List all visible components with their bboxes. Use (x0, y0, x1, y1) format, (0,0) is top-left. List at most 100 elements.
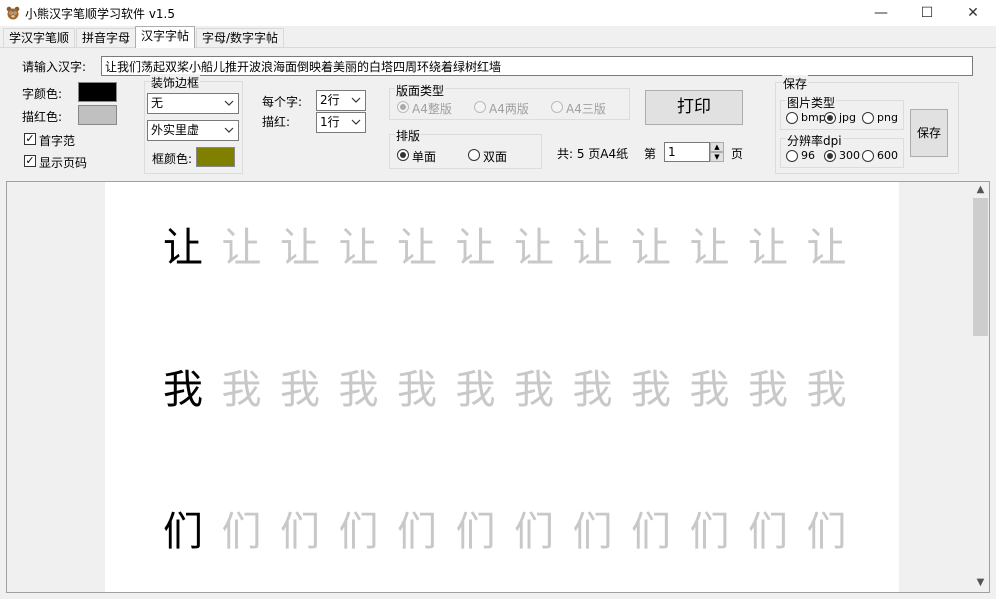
copybook-row: 们们们们们们们们们们们们 (155, 502, 857, 562)
border-style-select[interactable]: 无 (147, 93, 239, 114)
page-down-button[interactable]: ▼ (710, 152, 724, 162)
char-color-label: 字颜色: (22, 87, 63, 101)
page-number-input[interactable] (664, 142, 710, 162)
close-button[interactable]: ✕ (950, 0, 996, 26)
save-button[interactable]: 保存 (910, 109, 948, 157)
sample-char: 让 (163, 225, 203, 271)
window-title: 小熊汉字笔顺学习软件 v1.5 (25, 7, 176, 21)
jpg-label: jpg (839, 111, 857, 124)
hanzi-input[interactable] (101, 56, 973, 76)
copybook-sheet: 让让让让让让让让让让让让我我我我我我我我我我我我们们们们们们们们们们们们 (105, 182, 899, 592)
typeset-title: 排版 (395, 127, 422, 144)
trace-color-label: 描红色: (22, 110, 63, 124)
copybook-row: 让让让让让让让让让让让让 (155, 218, 857, 278)
trace-char: 们 (280, 509, 320, 555)
trace-char: 们 (455, 509, 496, 555)
png-radio[interactable] (862, 112, 874, 124)
trace-char: 让 (221, 225, 262, 271)
bmp-label: bmp (801, 111, 826, 124)
tab-pinyin[interactable]: 拼音字母 (76, 28, 137, 47)
trace-color-swatch[interactable] (78, 105, 117, 125)
trace-char: 我 (806, 367, 847, 413)
first-sample-label: 首字范 (39, 134, 76, 148)
save-group-title: 保存 (782, 75, 809, 92)
png-label: png (877, 111, 898, 124)
per-char-rows-select[interactable]: 2行 (316, 90, 366, 111)
trace-char: 们 (748, 509, 788, 555)
dpi-96-label: 96 (801, 149, 815, 162)
a4-two-label: A4两版 (489, 102, 529, 116)
single-side-radio[interactable] (397, 149, 409, 161)
print-button[interactable]: 打印 (645, 90, 743, 125)
border-style-value: 无 (151, 96, 164, 110)
dpi-title: 分辨率dpi (786, 132, 843, 149)
trace-char: 我 (455, 367, 496, 413)
decor-border-title: 装饰边框 (150, 74, 201, 91)
chevron-down-icon (224, 100, 234, 106)
page-up-button[interactable]: ▲ (710, 142, 724, 152)
chevron-down-icon (351, 97, 361, 103)
page-prefix: 第 (644, 147, 657, 161)
bmp-radio[interactable] (786, 112, 798, 124)
trace-char: 我 (221, 367, 262, 413)
per-char-rows-value: 2行 (320, 93, 340, 107)
trace-char: 让 (397, 225, 437, 271)
hanzi-input-label: 请输入汉字: (22, 60, 87, 74)
trace-char: 让 (280, 225, 320, 271)
trace-char: 让 (806, 225, 847, 271)
sample-char: 们 (163, 509, 203, 555)
frame-color-swatch[interactable] (196, 147, 235, 167)
trace-char: 我 (280, 367, 320, 413)
char-color-swatch[interactable] (78, 82, 117, 102)
trace-char: 们 (338, 509, 379, 555)
caret-down-icon: ▼ (714, 153, 720, 161)
trace-char: 让 (689, 225, 730, 271)
single-side-label: 单面 (412, 150, 437, 164)
scroll-down-icon[interactable]: ▼ (973, 576, 988, 590)
trace-char: 们 (514, 509, 554, 555)
a4-full-radio[interactable] (397, 101, 409, 113)
trace-rows-label: 描红: (262, 115, 291, 129)
chevron-down-icon (351, 119, 361, 125)
trace-char: 们 (689, 509, 730, 555)
frame-color-label: 框颜色: (152, 152, 193, 166)
chevron-down-icon (224, 127, 234, 133)
dpi-600-radio[interactable] (862, 150, 874, 162)
trace-char: 让 (338, 225, 379, 271)
trace-char: 们 (221, 509, 262, 555)
minimize-button[interactable]: — (858, 0, 904, 26)
show-page-number-checkbox[interactable]: ✓ (24, 155, 36, 167)
scrollbar-thumb[interactable] (973, 198, 988, 336)
trace-char: 们 (397, 509, 437, 555)
trace-char: 让 (514, 225, 554, 271)
a4-three-label: A4三版 (566, 102, 606, 116)
trace-char: 让 (572, 225, 613, 271)
show-page-number-label: 显示页码 (39, 156, 88, 170)
jpg-radio[interactable] (824, 112, 836, 124)
trace-rows-select[interactable]: 1行 (316, 112, 366, 133)
layout-type-title: 版面类型 (395, 82, 446, 99)
copybook-row: 我我我我我我我我我我我我 (155, 360, 857, 420)
double-side-label: 双面 (483, 150, 508, 164)
a4-three-radio[interactable] (551, 101, 563, 113)
double-side-radio[interactable] (468, 149, 480, 161)
border-line-select[interactable]: 外实里虚 (147, 120, 239, 141)
tab-letter-number-copybook[interactable]: 字母/数字字帖 (196, 28, 285, 47)
scroll-up-icon[interactable]: ▲ (973, 183, 988, 197)
preview-area: 让让让让让让让让让让让让我我我我我我我我我我我我们们们们们们们们们们们们 ▲ ▼ (6, 181, 990, 593)
tab-learn-strokes[interactable]: 学汉字笔顺 (3, 28, 76, 47)
dpi-96-radio[interactable] (786, 150, 798, 162)
dpi-300-label: 300 (839, 149, 860, 162)
per-char-label: 每个字: (262, 95, 303, 109)
maximize-button[interactable]: ☐ (904, 0, 950, 26)
control-panel: 请输入汉字: 字颜色: 描红色: ✓ 首字范 ✓ 显示页码 装饰边框 无 外实里… (6, 48, 990, 180)
trace-char: 们 (631, 509, 671, 555)
trace-char: 们 (806, 509, 847, 555)
title-bar: 小熊汉字笔顺学习软件 v1.5 — ☐ ✕ (0, 0, 996, 26)
trace-char: 我 (689, 367, 730, 413)
first-sample-checkbox[interactable]: ✓ (24, 133, 36, 145)
dpi-300-radio[interactable] (824, 150, 836, 162)
trace-char: 我 (631, 367, 671, 413)
a4-two-radio[interactable] (474, 101, 486, 113)
tab-hanzi-copybook[interactable]: 汉字字帖 (135, 26, 196, 48)
